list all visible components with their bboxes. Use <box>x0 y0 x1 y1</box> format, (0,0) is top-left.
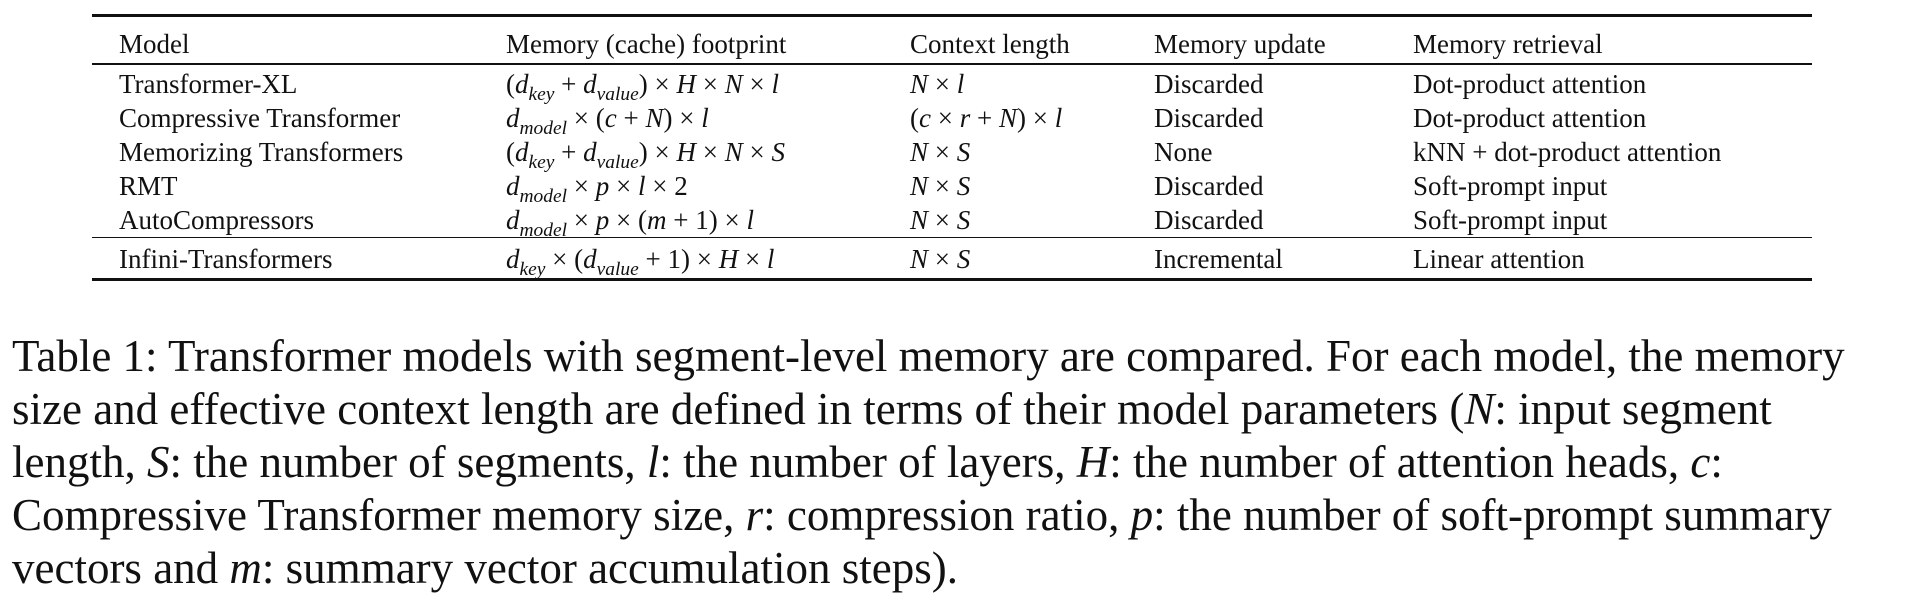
cell-update: None <box>1154 136 1213 167</box>
cell-footprint: dkey × (dvalue + 1) × H × l <box>506 244 775 280</box>
cell-model: RMT <box>119 170 178 201</box>
header-retrieval: Memory retrieval <box>1413 29 1603 59</box>
header-update: Memory update <box>1154 29 1326 59</box>
cell-retrieval: Dot-product attention <box>1413 102 1647 133</box>
cell-context: N × S <box>910 170 971 201</box>
cell-model: Compressive Transformer <box>119 102 401 133</box>
cell-update: Incremental <box>1154 244 1283 274</box>
header-model: Model <box>119 29 190 59</box>
cell-model: Transformer-XL <box>119 68 298 99</box>
cell-footprint: dmodel × p × l × 2 <box>506 170 688 207</box>
cell-model: AutoCompressors <box>119 204 314 235</box>
cell-update: Discarded <box>1154 170 1264 201</box>
cell-retrieval: Soft-prompt input <box>1413 170 1608 201</box>
cell-update: Discarded <box>1154 102 1264 133</box>
cell-footprint: (dkey + dvalue) × H × N × l <box>506 68 779 105</box>
table-header-row: Model Memory (cache) footprint Context l… <box>92 17 1812 63</box>
cell-retrieval: kNN + dot-product attention <box>1413 136 1722 167</box>
cell-update: Discarded <box>1154 204 1264 235</box>
cell-context: N × S <box>910 136 971 167</box>
table-row: Memorizing Transformers (dkey + dvalue) ×… <box>92 135 1812 173</box>
cell-context: N × S <box>910 244 971 274</box>
table-row: Transformer-XL (dkey + dvalue) × H × N × … <box>92 65 1812 105</box>
cell-retrieval: Linear attention <box>1413 244 1585 274</box>
table-row: Compressive Transformer dmodel × (c + N) … <box>92 101 1812 139</box>
cell-context: N × S <box>910 204 971 235</box>
cell-context: N × l <box>910 68 965 99</box>
table-row: Infini-Transformers dkey × (dvalue + 1) ×… <box>92 238 1812 280</box>
bottom-rule <box>92 278 1812 281</box>
table-row: RMT dmodel × p × l × 2 N × S Discarded Soft-… <box>92 169 1812 207</box>
table-row: AutoCompressors dmodel × p × (m + 1) × l N… <box>92 203 1812 241</box>
caption-text: Table 1: Transformer models with segment… <box>12 331 1845 593</box>
cell-footprint: dmodel × (c + N) × l <box>506 102 709 139</box>
cell-model: Memorizing Transformers <box>119 136 404 167</box>
cell-model: Infini-Transformers <box>119 244 333 274</box>
header-context: Context length <box>910 29 1070 59</box>
cell-update: Discarded <box>1154 68 1264 99</box>
cell-context: (c × r + N) × l <box>910 102 1063 133</box>
header-footprint: Memory (cache) footprint <box>506 29 787 59</box>
cell-footprint: dmodel × p × (m + 1) × l <box>506 204 754 241</box>
table-caption: Table 1: Transformer models with segment… <box>12 330 1902 595</box>
table-body: Transformer-XL (dkey + dvalue) × H × N × … <box>92 65 1812 279</box>
comparison-table: Model Memory (cache) footprint Context l… <box>92 14 1812 281</box>
cell-retrieval: Soft-prompt input <box>1413 204 1608 235</box>
cell-retrieval: Dot-product attention <box>1413 68 1647 99</box>
cell-footprint: (dkey + dvalue) × H × N × S <box>506 136 785 173</box>
